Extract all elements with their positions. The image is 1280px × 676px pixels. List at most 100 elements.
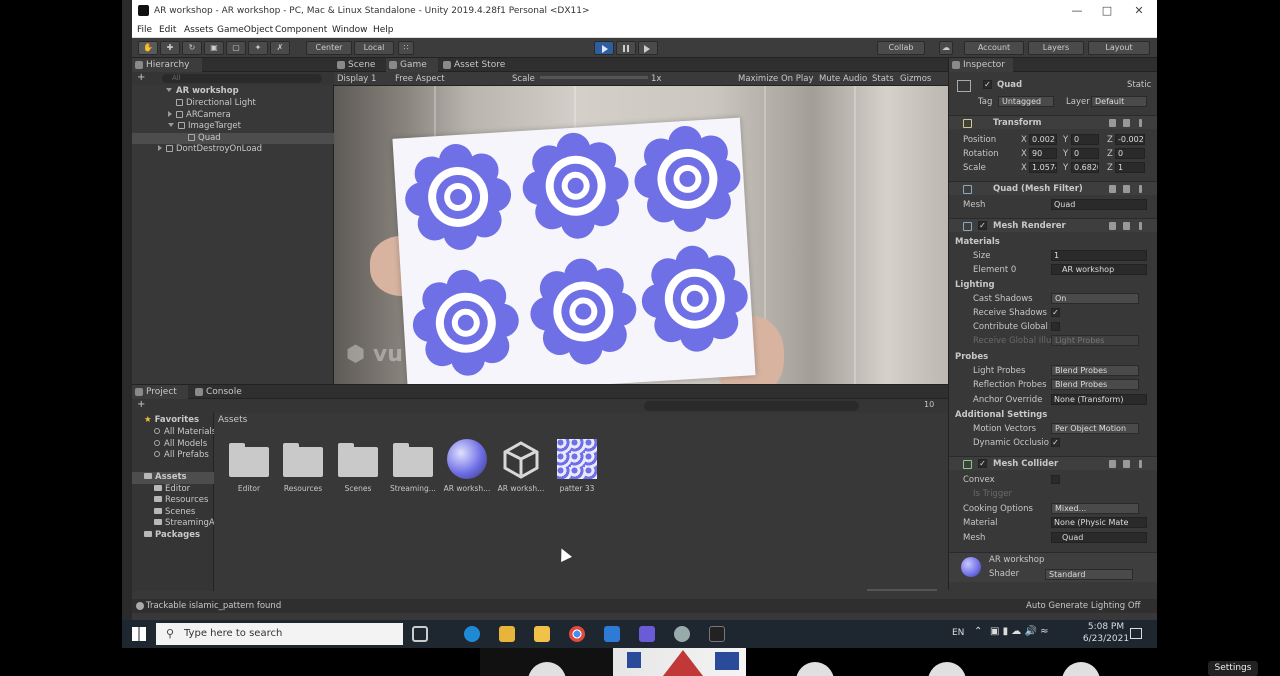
unity-taskbar-icon[interactable] [709, 626, 725, 642]
collider-material-field[interactable]: None (Physic Mate [1051, 517, 1147, 528]
position-z-field[interactable]: -0.002 [1115, 134, 1145, 145]
fold-icon[interactable] [158, 145, 162, 151]
auto-lighting-status[interactable]: Auto Generate Lighting Off [1026, 599, 1140, 613]
asset-folder-editor[interactable]: Editor [224, 439, 274, 499]
menu-help[interactable]: Help [373, 25, 394, 35]
taskbar-search[interactable]: ⚲ Type here to search [156, 623, 403, 645]
scale-z-field[interactable]: 1 [1115, 162, 1145, 173]
receive-shadows-checkbox[interactable]: ✓ [1051, 308, 1060, 317]
materials-foldout[interactable]: Materials [949, 235, 1157, 249]
rect-tool-icon[interactable]: ▢ [226, 41, 246, 55]
asset-material[interactable]: AR worksh... [442, 439, 492, 499]
fold-icon[interactable] [166, 88, 172, 92]
mute-audio-toggle[interactable]: Mute Audio [819, 74, 867, 84]
tree-packages[interactable]: Packages [132, 530, 214, 542]
status-message[interactable]: Trackable islamic_pattern found [146, 599, 281, 613]
hierarchy-item-quad[interactable]: Quad [132, 132, 334, 144]
menu-gameobject[interactable]: GameObject [217, 25, 273, 35]
tree-favorites[interactable]: ★ Favorites [132, 415, 214, 427]
task-view-icon[interactable] [412, 626, 428, 642]
tab-hierarchy[interactable]: Hierarchy [132, 58, 202, 72]
pause-button[interactable] [616, 41, 636, 55]
clock-date[interactable]: 6/23/2021 [1082, 634, 1130, 644]
preset-icon[interactable] [1123, 460, 1130, 468]
tab-game[interactable]: Game [386, 58, 438, 72]
stats-toggle[interactable]: Stats [872, 74, 894, 84]
tab-console[interactable]: Console [192, 385, 252, 399]
display-dropdown[interactable]: Display 1 [337, 74, 376, 84]
teams-icon[interactable] [639, 626, 655, 642]
motion-vectors-dropdown[interactable]: Per Object Motion [1051, 423, 1139, 434]
step-button[interactable] [638, 41, 658, 55]
tree-assets[interactable]: Assets [132, 472, 214, 484]
position-y-field[interactable]: 0 [1071, 134, 1099, 145]
collab-button[interactable]: Collab [877, 41, 925, 55]
tray-icons[interactable]: ▣ ▮ ☁ 🔊 ≈ [990, 626, 1049, 637]
assets-breadcrumb[interactable]: Assets [218, 415, 247, 425]
cast-shadows-dropdown[interactable]: On [1051, 293, 1139, 304]
object-name-field[interactable]: Quad [997, 78, 1022, 92]
layers-dropdown[interactable]: Layers [1028, 41, 1084, 55]
layer-dropdown[interactable]: Default [1091, 96, 1147, 107]
asset-folder-resources[interactable]: Resources [278, 439, 328, 499]
clock-time[interactable]: 5:08 PM [1082, 622, 1130, 632]
grid-snap-icon[interactable]: ∷ [398, 41, 414, 55]
mesh-filter-component-header[interactable]: Quad (Mesh Filter) [949, 181, 1157, 195]
tab-inspector[interactable]: Inspector [949, 58, 1013, 72]
reflection-probes-dropdown[interactable]: Blend Probes [1051, 379, 1139, 390]
light-probes-dropdown[interactable]: Blend Probes [1051, 365, 1139, 376]
store-icon[interactable] [534, 626, 550, 642]
more-icon[interactable] [1139, 119, 1142, 127]
mesh-collider-component-header[interactable]: ✓ Mesh Collider [949, 456, 1157, 470]
position-x-field[interactable]: 0.002 [1029, 134, 1057, 145]
help-icon[interactable] [1109, 460, 1116, 468]
add-icon[interactable]: + [137, 399, 145, 410]
menu-edit[interactable]: Edit [159, 25, 176, 35]
help-icon[interactable] [1109, 185, 1116, 193]
contribute-gi-checkbox[interactable] [1051, 322, 1060, 331]
probes-foldout[interactable]: Probes [949, 350, 1157, 364]
cooking-options-dropdown[interactable]: Mixed... [1051, 503, 1139, 514]
more-icon[interactable] [1139, 460, 1142, 468]
hierarchy-item-imagetarget[interactable]: ImageTarget [132, 121, 334, 133]
hierarchy-item-directional-light[interactable]: Directional Light [132, 98, 334, 110]
element0-field[interactable]: AR workshop [1051, 264, 1147, 275]
pivot-local-button[interactable]: Local [354, 41, 394, 55]
aspect-dropdown[interactable]: Free Aspect [395, 74, 445, 84]
hierarchy-item-dontdestroy[interactable]: DontDestroyOnLoad [132, 144, 334, 156]
tree-resources[interactable]: Resources [132, 495, 214, 507]
notification-icon[interactable] [1130, 628, 1142, 639]
help-icon[interactable] [1109, 222, 1116, 230]
static-toggle[interactable]: Static [1127, 78, 1151, 92]
zoom-slider[interactable] [867, 589, 937, 591]
convex-checkbox[interactable] [1051, 475, 1060, 484]
menu-component[interactable]: Component [275, 25, 327, 35]
asset-folder-scenes[interactable]: Scenes [333, 439, 383, 499]
collider-mesh-field[interactable]: Quad [1051, 532, 1147, 543]
scale-x-field[interactable]: 1.0574 [1029, 162, 1057, 173]
mesh-renderer-component-header[interactable]: ✓ Mesh Renderer [949, 218, 1157, 232]
asset-folder-streaming[interactable]: Streaming... [388, 439, 438, 499]
rotation-x-field[interactable]: 90 [1029, 148, 1057, 159]
transform-tool-icon[interactable]: ✦ [248, 41, 268, 55]
project-search-input[interactable] [644, 401, 859, 411]
menu-file[interactable]: File [137, 25, 152, 35]
preset-icon[interactable] [1123, 185, 1130, 193]
tag-dropdown[interactable]: Untagged [998, 96, 1054, 107]
menu-window[interactable]: Window [332, 25, 368, 35]
tab-asset-store[interactable]: Asset Store [440, 58, 510, 72]
scale-slider[interactable] [540, 76, 648, 79]
transform-component-header[interactable]: Transform [949, 115, 1157, 129]
tray-chevron-icon[interactable]: ⌃ [974, 626, 982, 637]
file-explorer-icon[interactable] [499, 626, 515, 642]
active-checkbox[interactable]: ✓ [983, 80, 992, 89]
app-icon[interactable] [674, 626, 690, 642]
edge-browser-icon[interactable] [464, 626, 480, 642]
fold-icon[interactable] [168, 123, 174, 127]
windows-start-icon[interactable] [132, 627, 146, 641]
maximize-on-play-toggle[interactable]: Maximize On Play [738, 74, 813, 84]
menu-assets[interactable]: Assets [184, 25, 213, 35]
mesh-field[interactable]: Quad [1051, 199, 1147, 210]
tree-all-models[interactable]: All Models [132, 439, 214, 451]
move-tool-icon[interactable]: ✚ [160, 41, 180, 55]
